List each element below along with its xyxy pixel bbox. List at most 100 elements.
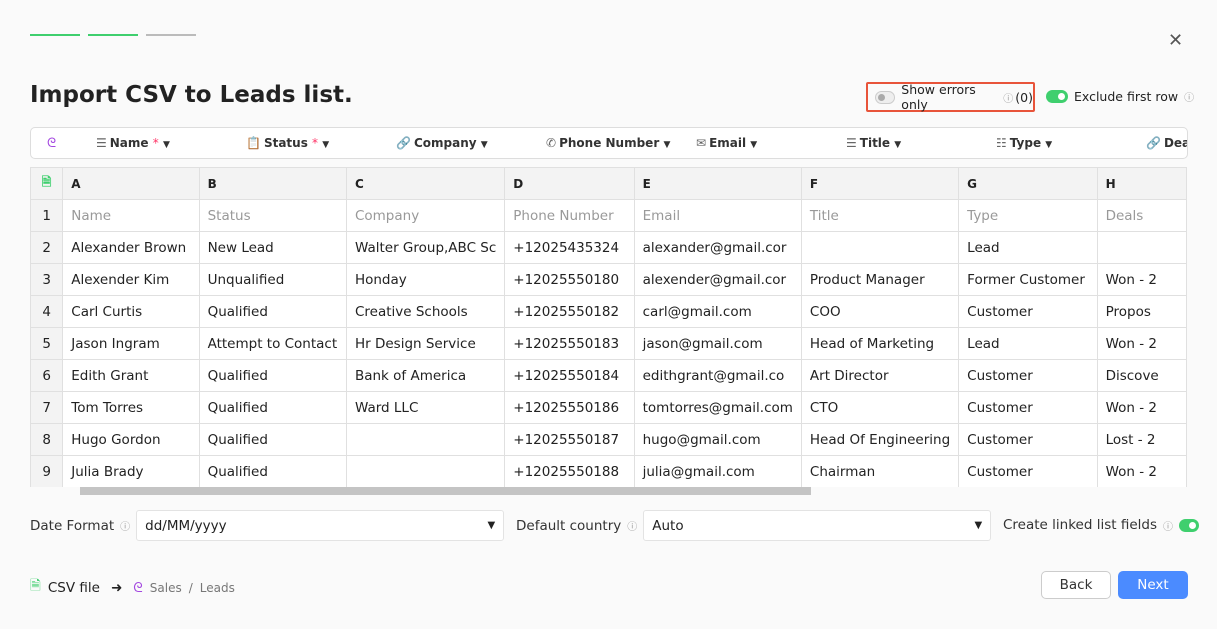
table-cell: jason@gmail.com xyxy=(633,327,802,360)
table-cell: Won - 2 xyxy=(1096,327,1187,360)
step-2-indicator xyxy=(88,34,138,36)
row-number: 4 xyxy=(30,295,64,328)
table-cell: Honday xyxy=(345,263,506,296)
table-cell xyxy=(800,231,960,264)
table-cell: +12025550180 xyxy=(504,263,635,296)
field-mapping-company[interactable]: 🔗 Company ▼ xyxy=(396,136,488,150)
table-cell: alexender@gmail.cor xyxy=(633,263,802,296)
show-errors-toggle[interactable] xyxy=(875,90,896,104)
show-errors-toggle-group[interactable]: Show errors only ⓘ (0) xyxy=(866,82,1035,112)
field-mapping-deals[interactable]: 🔗Deals ▼ xyxy=(1146,136,1187,150)
close-icon[interactable]: ✕ xyxy=(1168,30,1183,51)
table-cell: carl@gmail.com xyxy=(633,295,802,328)
table-cell: Edith Grant xyxy=(62,359,200,392)
table-cell: +12025550182 xyxy=(504,295,635,328)
table-cell: New Lead xyxy=(198,231,347,264)
table-cell: Customer xyxy=(958,295,1098,328)
table-cell: Lost - 2 xyxy=(1096,423,1187,456)
csv-file-icon: 🗎 xyxy=(30,578,41,594)
field-mapping-name[interactable]: ☰ Name * ▼ xyxy=(96,136,170,150)
table-row: 6 Edith Grant Qualified Bank of America +120… xyxy=(30,359,1187,392)
table-cell xyxy=(345,423,506,456)
field-type-icon: 📋 xyxy=(246,136,261,150)
table-cell: Qualified xyxy=(198,391,347,424)
field-type-icon: ☷ xyxy=(996,136,1007,150)
column-header: A xyxy=(62,167,200,200)
table-cell: Title xyxy=(800,199,960,232)
row-number: 8 xyxy=(30,423,64,456)
app-logo-icon: ᘓ xyxy=(47,136,57,151)
field-mapping-status[interactable]: 📋 Status * ▼ xyxy=(246,136,329,150)
breadcrumb-list[interactable]: Leads xyxy=(200,581,235,595)
next-button[interactable]: Next xyxy=(1118,571,1188,599)
column-header: G xyxy=(958,167,1098,200)
column-header: E xyxy=(633,167,802,200)
table-cell: +12025550186 xyxy=(504,391,635,424)
field-label: Phone Number xyxy=(559,136,660,150)
table-cell: Customer xyxy=(958,391,1098,424)
row-number: 2 xyxy=(30,231,64,264)
app-logo-icon: ᘓ xyxy=(133,579,143,596)
back-button[interactable]: Back xyxy=(1041,571,1111,599)
field-mapping-phone-number[interactable]: ✆ Phone Number ▼ xyxy=(546,136,670,150)
column-header: F xyxy=(800,167,960,200)
table-cell: Won - 2 xyxy=(1096,455,1187,487)
field-type-icon: ✉ xyxy=(696,136,707,150)
caret-down-icon: ▼ xyxy=(162,140,170,150)
table-cell: Type xyxy=(958,199,1098,232)
table-row: 4 Carl Curtis Qualified Creative Schools +12… xyxy=(30,295,1187,328)
field-mapping-title[interactable]: ☰ Title ▼ xyxy=(846,136,901,150)
date-format-select[interactable]: dd/MM/yyyy ▼ xyxy=(136,510,505,541)
step-3-indicator xyxy=(146,34,196,36)
field-label: Status xyxy=(263,136,308,150)
table-cell: Bank of America xyxy=(345,359,506,392)
table-cell: Discove xyxy=(1096,359,1187,392)
default-country-select[interactable]: Auto ▼ xyxy=(643,510,992,541)
table-cell: +12025550184 xyxy=(504,359,635,392)
table-cell: Head Of Engineering xyxy=(800,423,960,456)
table-cell: Qualified xyxy=(198,295,347,328)
breadcrumb-app[interactable]: Sales xyxy=(150,581,182,595)
table-cell: Art Director xyxy=(800,359,960,392)
create-linked-fields-toggle[interactable] xyxy=(1179,518,1199,532)
field-mapping-type[interactable]: ☷ Type ▼ xyxy=(996,136,1052,150)
table-cell: Name xyxy=(62,199,200,232)
table-cell: Customer xyxy=(958,359,1098,392)
field-mapping-email[interactable]: ✉ Email ▼ xyxy=(696,136,757,150)
table-cell: Jason Ingram xyxy=(62,327,200,360)
table-row: 9 Julia Brady Qualified +12025550188 julia@g… xyxy=(30,455,1187,487)
error-count: (0) xyxy=(1015,89,1033,105)
table-row: 2 Alexander Brown New Lead Walter Group,ABC… xyxy=(30,231,1187,264)
row-number: 3 xyxy=(30,263,64,296)
breadcrumb: 🗎 CSV file ➜ ᘓ Sales / Leads xyxy=(30,576,235,599)
table-row: 1 Name Status Company Phone Number Email Title… xyxy=(30,199,1187,232)
table-cell: Alexender Kim xyxy=(62,263,200,296)
table-cell: Won - 2 xyxy=(1096,391,1187,424)
table-row: 5 Jason Ingram Attempt to Contact Hr Design… xyxy=(30,327,1187,360)
csv-preview-grid: 🗎 A B C D E F G H 1 Name Status Company Phone Number… xyxy=(30,167,1187,487)
field-type-icon: ✆ xyxy=(546,136,557,150)
table-cell: tomtorres@gmail.com xyxy=(633,391,802,424)
table-cell: Ward LLC xyxy=(345,391,506,424)
exclude-first-row-toggle[interactable] xyxy=(1046,90,1068,103)
table-cell: Lead xyxy=(958,327,1098,360)
table-cell: Creative Schools xyxy=(345,295,506,328)
column-header: B xyxy=(198,167,347,200)
table-cell: Lead xyxy=(958,231,1098,264)
exclude-first-row-label: Exclude first row xyxy=(1074,89,1179,104)
field-type-icon: ☰ xyxy=(96,136,107,150)
table-cell: Company xyxy=(345,199,506,232)
table-cell: Attempt to Contact xyxy=(198,327,347,360)
table-cell: Hr Design Service xyxy=(345,327,506,360)
field-label: Email xyxy=(709,136,747,150)
table-cell: COO xyxy=(800,295,960,328)
exclude-first-row-group[interactable]: Exclude first row ⓘ xyxy=(1046,89,1194,104)
info-icon: ⓘ xyxy=(1003,93,1014,105)
field-label: Type xyxy=(1009,136,1042,150)
horizontal-scrollbar[interactable] xyxy=(80,487,811,495)
table-cell: CTO xyxy=(800,391,960,424)
table-cell: Julia Brady xyxy=(62,455,200,487)
required-marker: * xyxy=(152,136,159,150)
table-row: 3 Alexender Kim Unqualified Honday +12025550… xyxy=(30,263,1187,296)
table-cell: Deals xyxy=(1096,199,1187,232)
